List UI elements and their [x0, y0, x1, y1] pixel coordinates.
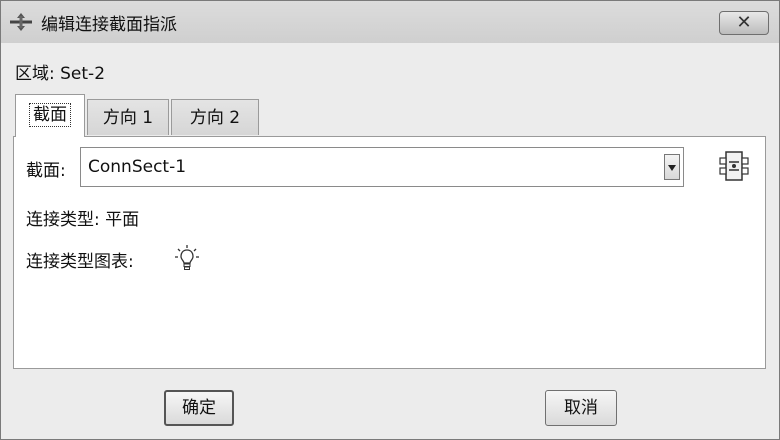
title-bar[interactable]: 编辑连接截面指派 ✕ — [1, 1, 779, 43]
tab-orientation-1-label: 方向 1 — [102, 108, 154, 128]
tab-section[interactable]: 截面 — [15, 94, 85, 137]
tab-orientation-1[interactable]: 方向 1 — [87, 99, 169, 135]
connection-type-value: 平面 — [105, 210, 140, 230]
region-info: 区域: Set-2 — [15, 59, 105, 84]
chevron-down-icon[interactable] — [664, 154, 680, 180]
connection-type-row: 连接类型: 平面 — [26, 205, 139, 230]
section-selected-value: ConnSect-1 — [88, 157, 187, 177]
window-title: 编辑连接截面指派 — [41, 15, 177, 35]
tab-panel: 截面: ConnSect-1 连接类型: 平面 连接类型图表: — [13, 136, 766, 369]
ok-button[interactable]: 确定 — [164, 390, 234, 426]
close-button[interactable]: ✕ — [719, 11, 769, 35]
section-label: 截面: — [26, 161, 66, 181]
tab-section-label: 截面 — [29, 103, 71, 127]
lightbulb-icon[interactable] — [174, 244, 200, 272]
section-select[interactable]: ConnSect-1 — [80, 147, 684, 187]
region-label: 区域: — [15, 64, 55, 84]
cancel-button[interactable]: 取消 — [545, 390, 617, 426]
region-value: Set-2 — [60, 64, 106, 84]
edit-section-icon[interactable] — [719, 149, 749, 183]
abaqus-cross-icon — [10, 13, 32, 31]
close-icon: ✕ — [736, 12, 752, 33]
dialog-window: 编辑连接截面指派 ✕ 区域: Set-2 截面 方向 1 方向 2 截面: Co… — [0, 0, 780, 440]
connection-chart-label: 连接类型图表: — [26, 252, 134, 272]
tab-orientation-2-label: 方向 2 — [189, 108, 241, 128]
connection-type-label: 连接类型: — [26, 210, 100, 230]
tab-orientation-2[interactable]: 方向 2 — [171, 99, 259, 135]
